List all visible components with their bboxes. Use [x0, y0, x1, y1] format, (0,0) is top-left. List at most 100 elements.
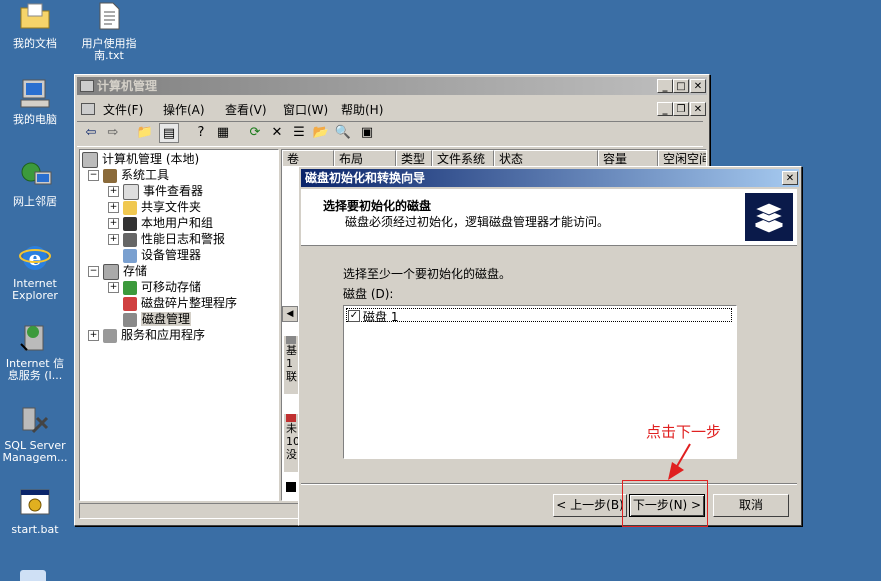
tree-item-event-viewer[interactable]: + 事件查看器: [108, 183, 203, 200]
tree-item-removable-storage[interactable]: + 可移动存储: [108, 279, 201, 295]
tree-label: 系统工具: [121, 168, 170, 182]
tree-item-local-users[interactable]: + 本地用户和组: [108, 215, 213, 231]
disk-stack-icon: [745, 193, 793, 241]
tree-item-device-manager[interactable]: 设备管理器: [123, 247, 201, 263]
tree-item-root[interactable]: 计算机管理 (本地): [82, 151, 199, 168]
desktop-icon-sql-server[interactable]: SQL Server Managem...: [0, 404, 72, 464]
tree-item-disk-management[interactable]: 磁盘管理: [123, 311, 192, 327]
tree-label: 性能日志和警报: [141, 232, 226, 246]
sql-server-icon: [19, 404, 51, 436]
wizard-header-subtitle: 磁盘必须经过初始化，逻辑磁盘管理器才能访问。: [345, 215, 610, 229]
column-header-status[interactable]: 状态: [494, 150, 598, 166]
tree-item-storage[interactable]: − 存储: [88, 263, 148, 280]
properties-icon[interactable]: ▦: [213, 123, 233, 143]
column-header-capacity[interactable]: 容量: [598, 150, 658, 166]
tools-icon: [103, 168, 117, 183]
annotation-text: 点击下一步: [646, 423, 722, 441]
collapse-icon[interactable]: −: [88, 170, 99, 181]
wizard-close-button[interactable]: ✕: [782, 171, 798, 185]
desktop-icon-internet-explorer[interactable]: e Internet Explorer: [0, 242, 72, 302]
refresh-icon[interactable]: ⟳: [245, 123, 265, 143]
tree-label: 可移动存储: [141, 280, 202, 294]
text-file-icon: [93, 2, 125, 34]
expand-icon[interactable]: +: [108, 234, 119, 245]
scroll-left-arrow-icon[interactable]: ◀: [282, 306, 298, 322]
wizard-header: 选择要初始化的磁盘 磁盘必须经过初始化，逻辑磁盘管理器才能访问。: [301, 189, 797, 246]
expand-icon[interactable]: +: [108, 282, 119, 293]
child-close-button[interactable]: ✕: [690, 102, 706, 116]
delete-icon[interactable]: ✕: [267, 123, 287, 143]
button-separator: [301, 483, 797, 485]
column-header-type[interactable]: 类型: [396, 150, 432, 166]
menu-file[interactable]: 文件(F): [103, 101, 143, 119]
show-tree-icon[interactable]: ▤: [159, 123, 179, 143]
disk-checkbox[interactable]: ✓: [348, 310, 360, 322]
disk-management-icon: [123, 312, 137, 327]
minimize-button[interactable]: _: [657, 79, 673, 93]
partial-desktop-icon: [20, 570, 46, 581]
tree-item-performance-logs[interactable]: + 性能日志和警报: [108, 231, 225, 247]
desktop-icon-my-documents[interactable]: 我的文档: [0, 2, 72, 50]
cancel-button[interactable]: 取消: [713, 494, 789, 517]
annotation-highlight-box: [622, 480, 708, 527]
search-icon[interactable]: 🔍: [333, 123, 353, 143]
wizard-titlebar[interactable]: 磁盘初始化和转换向导: [301, 169, 799, 187]
tree-item-services-apps[interactable]: + 服务和应用程序: [88, 327, 205, 343]
child-minimize-button[interactable]: _: [657, 102, 673, 116]
computer-management-icon: [80, 80, 94, 92]
computer-icon: [19, 78, 51, 110]
maximize-button[interactable]: □: [673, 79, 689, 93]
folder-icon: [19, 2, 51, 34]
back-button[interactable]: < 上一步(B): [553, 494, 627, 517]
desktop-icon-iis[interactable]: Internet 信 息服务 (I...: [0, 322, 72, 382]
open-folder-icon[interactable]: 📂: [311, 123, 331, 143]
menu-view[interactable]: 查看(V): [225, 101, 267, 119]
services-icon: [103, 328, 117, 343]
desktop-icon-user-guide[interactable]: 用户使用指 南.txt: [72, 2, 146, 62]
tree-label: 存储: [123, 264, 148, 278]
toolbar: ⇦ ⇨ 📁 ▤ ? ▦ ⟳ ✕ ☰ 📂 🔍 ▣: [77, 121, 703, 147]
column-header-filesystem[interactable]: 文件系统: [432, 150, 494, 166]
menu-window[interactable]: 窗口(W): [283, 101, 328, 119]
performance-icon: [123, 232, 137, 247]
forward-arrow-icon[interactable]: ⇨: [103, 123, 123, 143]
menu-bar: 文件(F) 操作(A) 查看(V) 窗口(W) 帮助(H): [81, 101, 641, 119]
defrag-icon: [123, 296, 137, 311]
desktop-icon-start-bat[interactable]: start.bat: [0, 488, 72, 536]
shared-folder-icon: [123, 200, 137, 215]
tree-item-defrag[interactable]: 磁盘碎片整理程序: [123, 295, 237, 311]
expand-icon[interactable]: +: [108, 202, 119, 213]
child-restore-button[interactable]: ❐: [673, 102, 689, 116]
tree-item-system-tools[interactable]: − 系统工具: [88, 167, 169, 183]
menu-help[interactable]: 帮助(H): [341, 101, 383, 119]
wizard-header-title: 选择要初始化的磁盘: [323, 199, 432, 213]
batch-file-icon: [19, 488, 51, 520]
disk-wizard-icon[interactable]: ▣: [357, 123, 377, 143]
expand-icon[interactable]: +: [108, 218, 119, 229]
expand-icon[interactable]: +: [108, 186, 119, 197]
column-header-layout[interactable]: 布局: [334, 150, 396, 166]
disk-item-label: 磁盘 1: [363, 310, 399, 324]
back-arrow-icon[interactable]: ⇦: [81, 123, 101, 143]
tree-label: 本地用户和组: [141, 216, 214, 230]
tree-item-shared-folders[interactable]: + 共享文件夹: [108, 199, 201, 215]
column-header-volume[interactable]: 卷: [282, 150, 334, 166]
disk-list-item[interactable]: ✓ 磁盘 1: [346, 308, 732, 324]
desktop-icon-network-places[interactable]: 网上邻居: [0, 160, 72, 208]
menu-action[interactable]: 操作(A): [163, 101, 205, 119]
mmc-titlebar[interactable]: 计算机管理: [77, 77, 707, 95]
collapse-icon[interactable]: −: [88, 266, 99, 277]
removable-storage-icon: [123, 280, 137, 295]
help-icon[interactable]: ?: [191, 123, 211, 143]
disk-init-wizard-dialog: 磁盘初始化和转换向导 ✕ 选择要初始化的磁盘 磁盘必须经过初始化，逻辑磁盘管理器…: [298, 166, 802, 526]
disk-warning-icon: [286, 414, 296, 422]
properties-sheet-icon[interactable]: ☰: [289, 123, 309, 143]
icon-label: 我的电脑: [13, 113, 57, 126]
users-icon: [123, 216, 137, 231]
disk-icon: [286, 336, 296, 344]
close-button[interactable]: ✕: [690, 79, 706, 93]
up-folder-icon[interactable]: 📁: [135, 123, 155, 143]
desktop-icon-my-computer[interactable]: 我的电脑: [0, 78, 72, 126]
column-header-free-space[interactable]: 空闲空间: [658, 150, 706, 166]
expand-icon[interactable]: +: [88, 330, 99, 341]
